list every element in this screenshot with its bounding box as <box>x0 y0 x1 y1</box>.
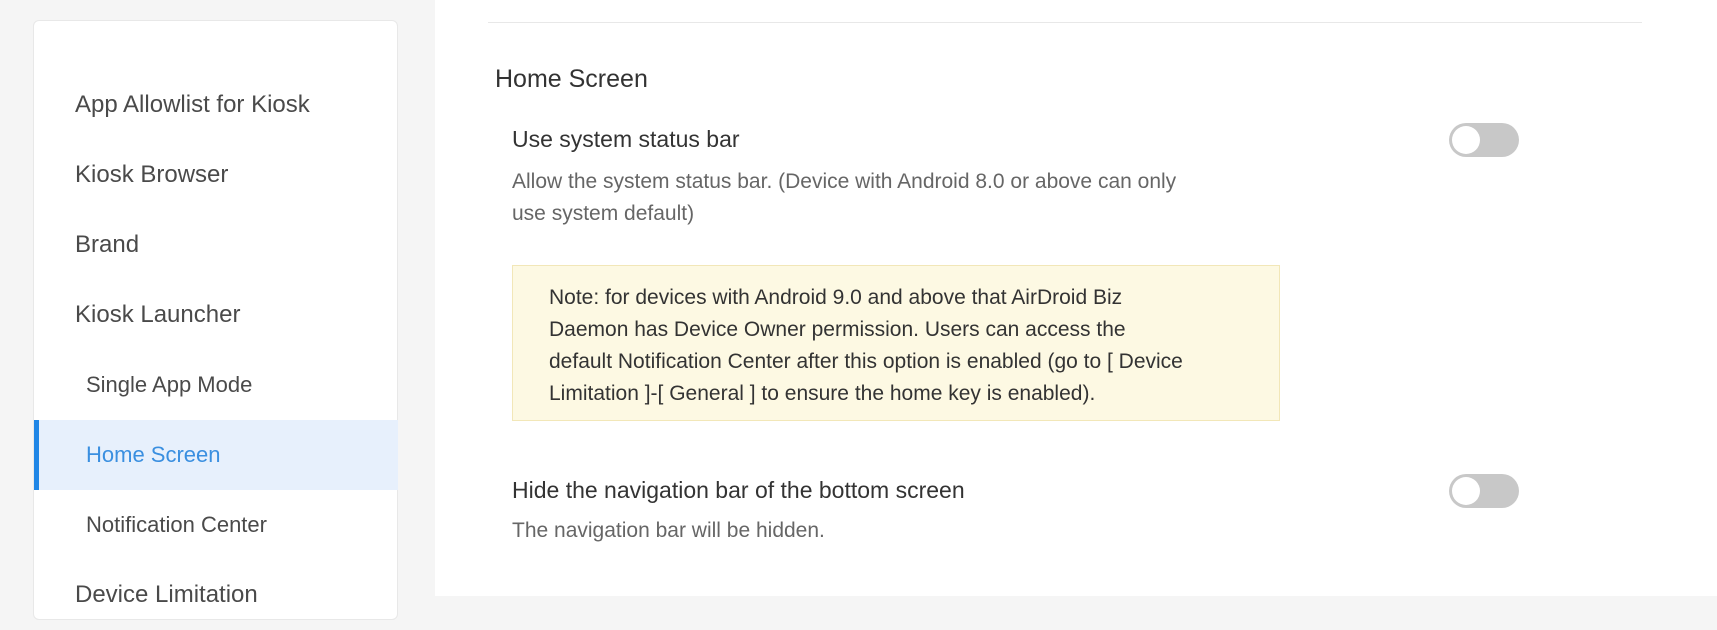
sidebar-item-device-limitation[interactable]: Device Limitation <box>34 560 398 630</box>
sidebar-item-kiosk-browser[interactable]: Kiosk Browser <box>34 140 398 210</box>
note-line: Limitation ]-[ General ] to ensure the h… <box>549 382 1096 405</box>
note-line: Daemon has Device Owner permission. User… <box>549 318 1126 341</box>
setting-desc-line: Allow the system status bar. (Device wit… <box>512 170 1177 193</box>
note-line: default Notification Center after this o… <box>549 350 1183 373</box>
setting-desc-status-bar: Allow the system status bar. (Device wit… <box>512 166 1232 230</box>
setting-desc-line: use system default) <box>512 202 695 225</box>
note-box: Note: for devices with Android 9.0 and a… <box>512 265 1280 421</box>
sidebar-item-notification-center[interactable]: Notification Center <box>34 490 398 560</box>
setting-desc-navigation-bar: The navigation bar will be hidden. <box>512 515 1232 547</box>
setting-title-navigation-bar: Hide the navigation bar of the bottom sc… <box>512 477 965 503</box>
navigation-bar-toggle[interactable] <box>1449 474 1519 508</box>
section-title: Home Screen <box>495 65 648 93</box>
sidebar-item-app-allowlist[interactable]: App Allowlist for Kiosk <box>34 70 398 140</box>
note-line: Note: for devices with Android 9.0 and a… <box>549 286 1123 309</box>
sidebar-item-single-app-mode[interactable]: Single App Mode <box>34 350 398 420</box>
settings-panel: Home Screen Use system status bar Allow … <box>435 0 1717 596</box>
sidebar-item-home-screen[interactable]: Home Screen <box>34 420 398 490</box>
sidebar-nav: App Allowlist for Kiosk Kiosk Browser Br… <box>33 20 398 620</box>
sidebar-item-brand[interactable]: Brand <box>34 210 398 280</box>
sidebar-item-kiosk-launcher[interactable]: Kiosk Launcher <box>34 280 398 350</box>
status-bar-toggle[interactable] <box>1449 123 1519 157</box>
divider <box>488 22 1642 23</box>
setting-desc-line: The navigation bar will be hidden. <box>512 519 825 542</box>
setting-title-status-bar: Use system status bar <box>512 126 740 152</box>
